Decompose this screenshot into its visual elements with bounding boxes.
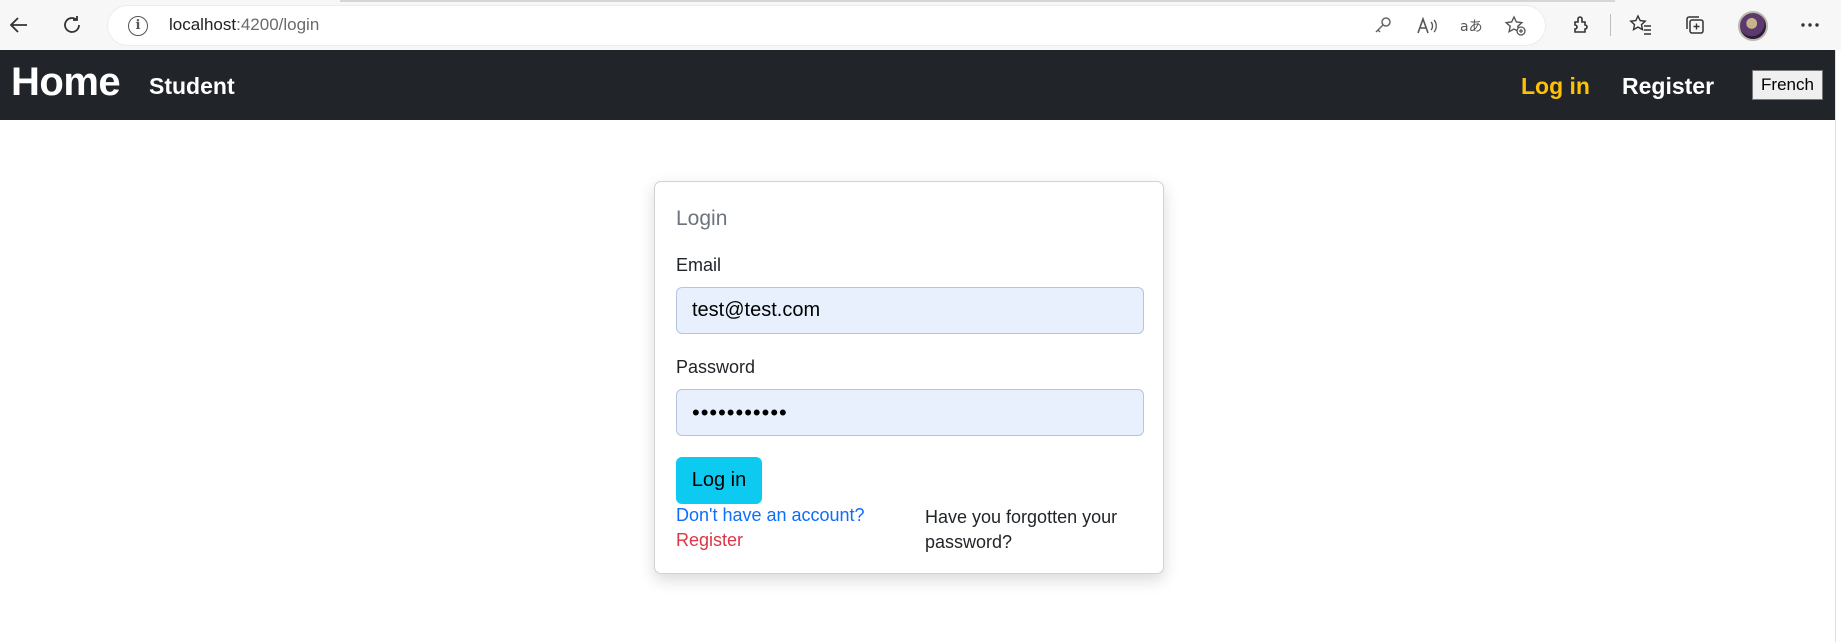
login-card: Login Email test@test.com Password •••••… <box>654 181 1164 574</box>
email-label: Email <box>676 255 722 275</box>
more-icon[interactable] <box>1795 10 1825 40</box>
register-link[interactable]: Register <box>676 530 743 551</box>
toolbar-separator <box>1610 14 1611 36</box>
key-icon[interactable] <box>1369 14 1397 38</box>
back-icon[interactable] <box>4 10 34 40</box>
nav-link-login[interactable]: Log in <box>1521 73 1590 100</box>
language-toggle-button[interactable]: French <box>1752 70 1823 100</box>
forgot-password-link[interactable]: Have you forgotten your password? <box>925 505 1145 555</box>
refresh-icon[interactable] <box>57 10 87 40</box>
password-field[interactable]: ••••••••••• <box>676 389 1144 436</box>
collections-icon[interactable] <box>1680 10 1710 40</box>
address-bar[interactable]: i localhost:4200/login aあ <box>108 6 1545 45</box>
profile-avatar[interactable] <box>1738 11 1768 41</box>
no-account-link[interactable]: Don't have an account? <box>676 505 865 526</box>
info-icon[interactable]: i <box>128 16 148 36</box>
url-text[interactable]: localhost:4200/login <box>169 15 319 35</box>
login-submit-button[interactable]: Log in <box>676 457 762 504</box>
login-card-title: Login <box>676 207 728 230</box>
email-field[interactable]: test@test.com <box>676 287 1144 334</box>
browser-toolbar: i localhost:4200/login aあ <box>0 0 1841 50</box>
translate-icon[interactable]: aあ <box>1457 14 1485 38</box>
nav-brand-home[interactable]: Home <box>11 60 121 105</box>
nav-link-register[interactable]: Register <box>1622 73 1714 100</box>
read-aloud-icon[interactable] <box>1413 14 1441 38</box>
svg-text:aあ: aあ <box>1460 19 1483 35</box>
nav-link-student[interactable]: Student <box>149 73 235 100</box>
page-scrollbar[interactable] <box>1835 50 1841 642</box>
extensions-icon[interactable] <box>1566 10 1596 40</box>
add-favorite-icon[interactable] <box>1501 14 1529 38</box>
app-navbar: Home Student Log in Register French <box>0 50 1835 120</box>
tab-strip-edge <box>340 0 1615 2</box>
password-label: Password <box>676 357 756 377</box>
favorites-icon[interactable] <box>1626 10 1656 40</box>
